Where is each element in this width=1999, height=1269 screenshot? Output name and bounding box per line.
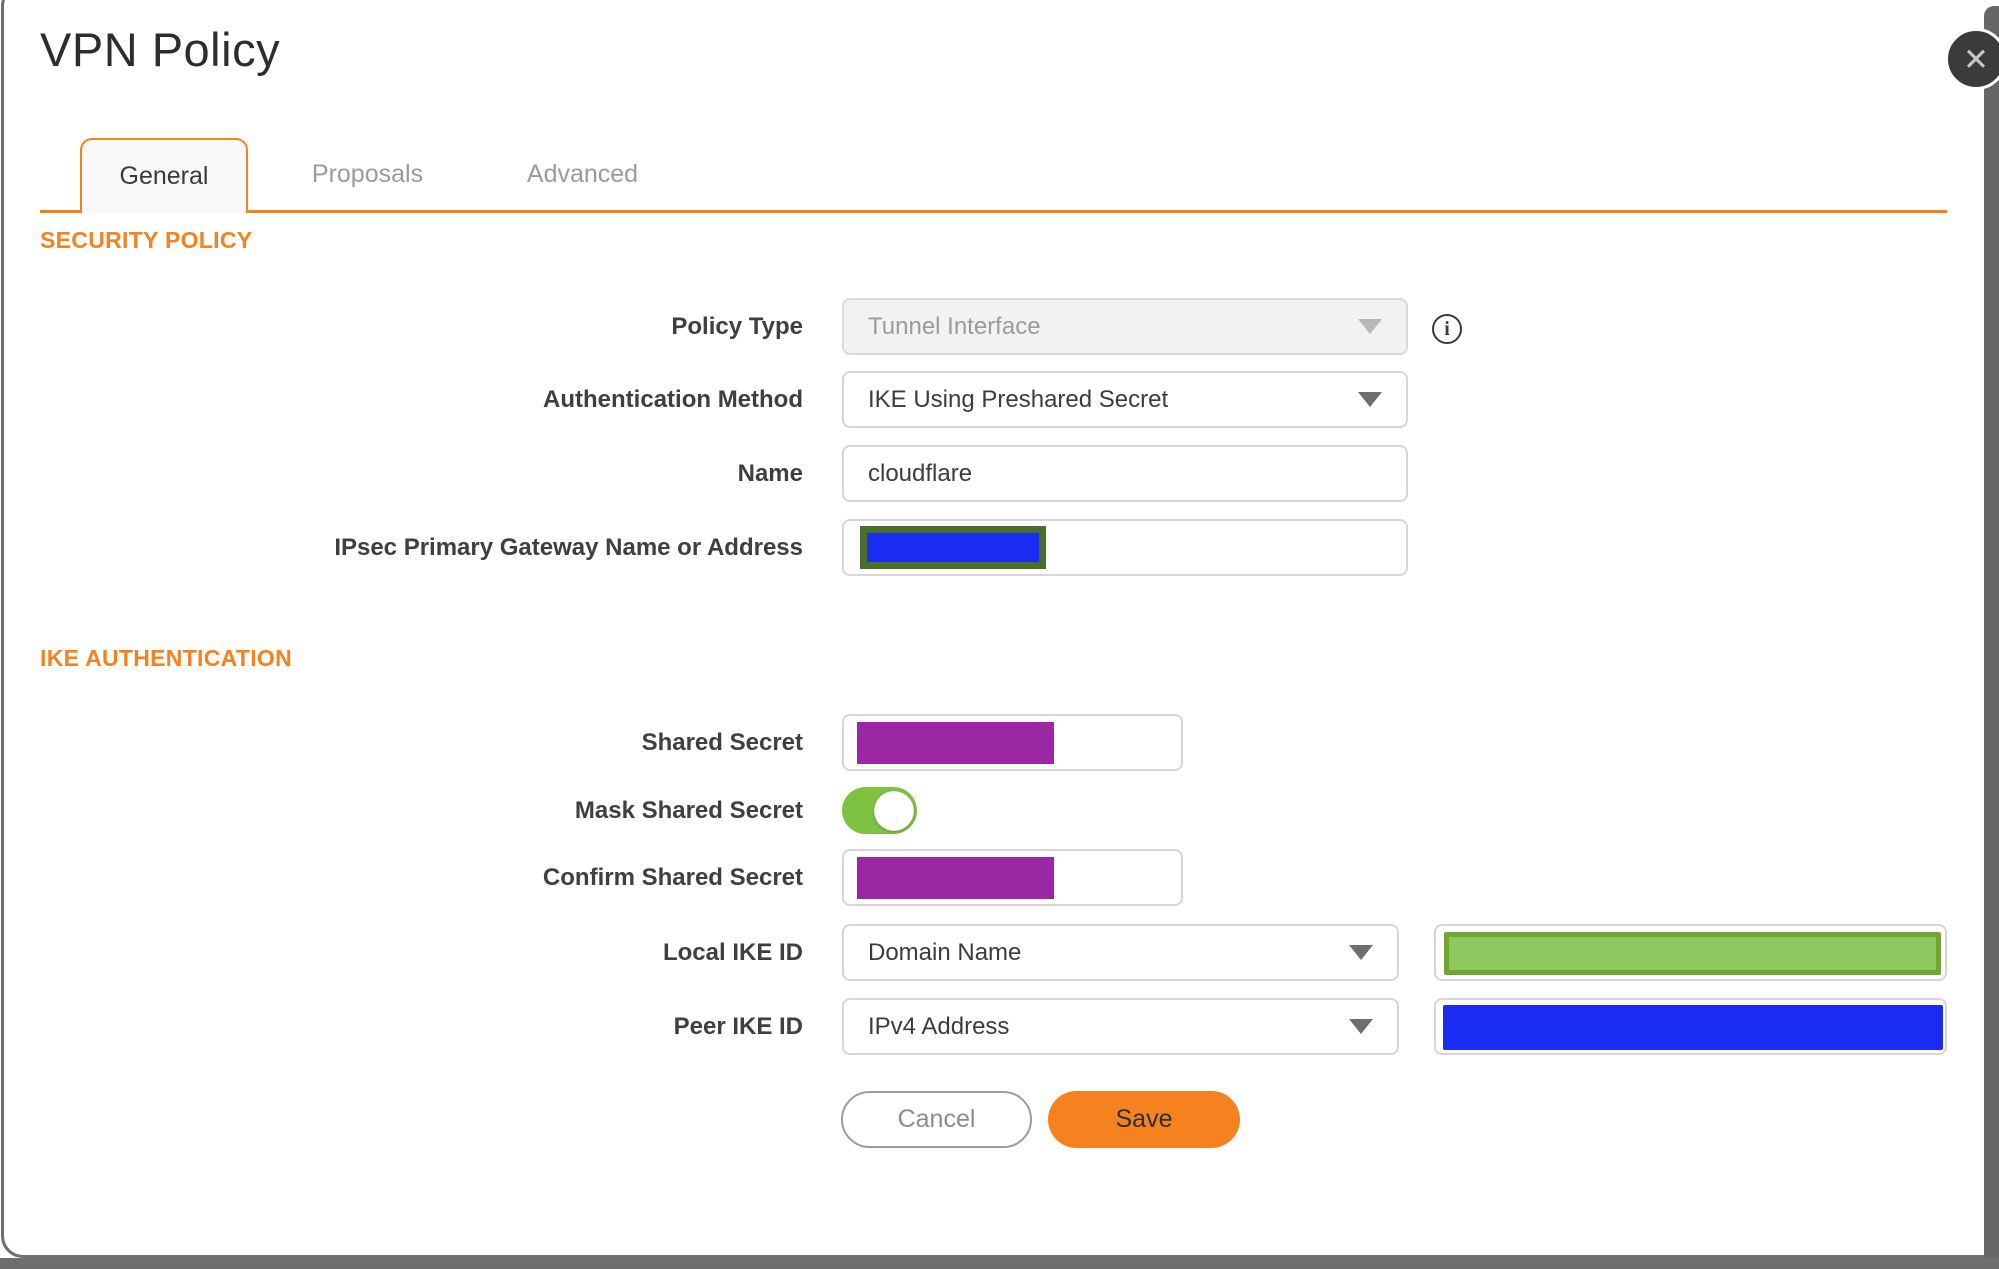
vpn-policy-dialog: ✕ VPN Policy General Proposals Advanced … (0, 0, 1999, 1269)
policy-type-label: Policy Type (671, 312, 803, 340)
peer-ike-id-type-value: IPv4 Address (868, 1012, 1010, 1040)
save-button[interactable]: Save (1048, 1091, 1240, 1148)
gateway-input[interactable] (842, 519, 1408, 576)
chevron-down-icon (1358, 392, 1382, 407)
authentication-method-value: IKE Using Preshared Secret (868, 385, 1169, 413)
tab-advanced-label: Advanced (526, 160, 639, 188)
name-label: Name (737, 459, 803, 487)
confirm-shared-secret-label: Confirm Shared Secret (542, 863, 803, 891)
tabs-underline (40, 210, 1947, 213)
local-ike-id-value-input[interactable] (1434, 924, 1947, 981)
chevron-down-icon (1349, 1019, 1373, 1034)
authentication-method-label: Authentication Method (543, 385, 803, 413)
redacted-gateway-address (860, 526, 1046, 569)
cancel-button[interactable]: Cancel (841, 1091, 1032, 1148)
dialog-title: VPN Policy (40, 23, 281, 76)
local-ike-id-type-value: Domain Name (868, 938, 1022, 966)
redacted-shared-secret (857, 722, 1054, 764)
authentication-method-select[interactable]: IKE Using Preshared Secret (842, 371, 1408, 428)
security-policy-heading: SECURITY POLICY (40, 227, 253, 253)
page-backdrop-right (1984, 6, 1999, 1269)
peer-ike-id-label: Peer IKE ID (673, 1012, 803, 1040)
save-button-label: Save (1115, 1105, 1173, 1133)
close-button[interactable]: ✕ (1945, 28, 1999, 90)
redacted-confirm-shared-secret (857, 857, 1054, 899)
name-input[interactable] (842, 445, 1408, 502)
tab-proposals[interactable]: Proposals (280, 138, 455, 211)
gateway-label: IPsec Primary Gateway Name or Address (334, 533, 803, 561)
ike-authentication-heading: IKE AUTHENTICATION (40, 645, 292, 671)
local-ike-id-label: Local IKE ID (662, 938, 803, 966)
redacted-local-ike-id (1444, 932, 1941, 975)
tab-advanced[interactable]: Advanced (475, 138, 690, 211)
page-backdrop-bottom (0, 1258, 1999, 1269)
mask-shared-secret-label: Mask Shared Secret (574, 796, 803, 824)
cancel-button-label: Cancel (897, 1105, 976, 1133)
close-icon: ✕ (1963, 41, 1989, 77)
shared-secret-label: Shared Secret (641, 728, 803, 756)
info-icon[interactable]: i (1432, 314, 1462, 344)
mask-shared-secret-toggle[interactable] (842, 787, 917, 834)
tab-general-label: General (119, 162, 209, 190)
peer-ike-id-type-select[interactable]: IPv4 Address (842, 998, 1399, 1055)
tab-general[interactable]: General (80, 138, 248, 213)
chevron-down-icon (1358, 319, 1382, 334)
chevron-down-icon (1349, 945, 1373, 960)
local-ike-id-type-select[interactable]: Domain Name (842, 924, 1399, 981)
policy-type-select: Tunnel Interface (842, 298, 1408, 355)
shared-secret-input[interactable] (842, 714, 1183, 771)
tab-proposals-label: Proposals (311, 160, 424, 188)
toggle-knob (874, 790, 914, 831)
redacted-peer-ike-id (1443, 1005, 1943, 1050)
peer-ike-id-value-input[interactable] (1434, 998, 1947, 1055)
confirm-shared-secret-input[interactable] (842, 849, 1183, 906)
policy-type-value: Tunnel Interface (868, 312, 1041, 340)
